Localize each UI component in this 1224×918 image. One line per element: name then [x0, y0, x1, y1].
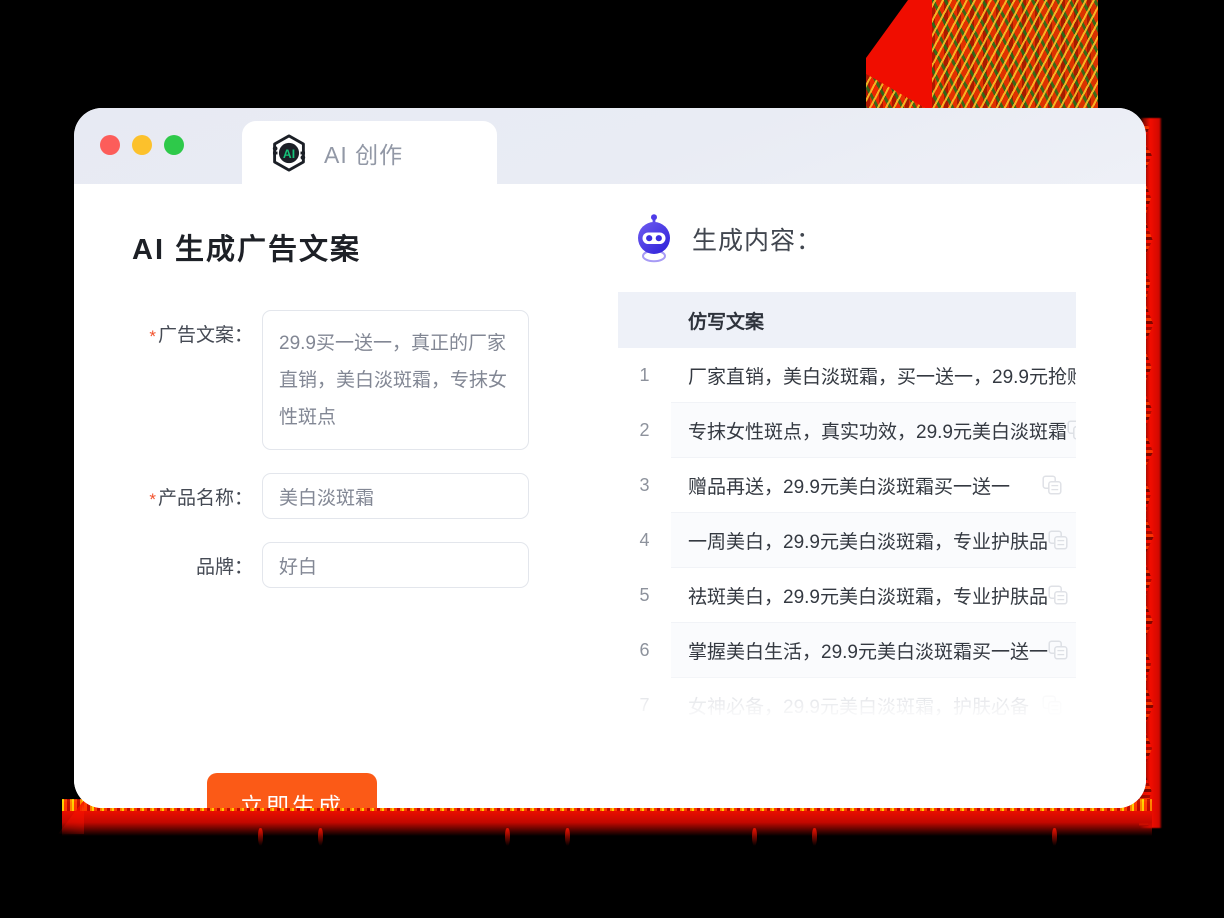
copy-icon[interactable] — [1048, 530, 1068, 550]
app-window: AI AI 创作 AI 生成广告文案 * 广告文案： 29.9买一送一，真正的厂家… — [74, 108, 1146, 808]
field-label-text: 广告文案： — [157, 325, 253, 346]
results-table[interactable]: 仿写文案 1 厂家直销，美白淡斑霜，买一送一，29.9元抢购 2 专抹女性斑点，… — [618, 292, 1076, 722]
row-text: 专抹女性斑点，真实功效，29.9元美白淡斑霜 — [688, 421, 1067, 443]
title-bar: AI AI 创作 — [74, 108, 1146, 184]
table-row[interactable]: 1 厂家直销，美白淡斑霜，买一送一，29.9元抢购 — [618, 348, 1076, 403]
field-label-text: 产品名称： — [157, 488, 253, 509]
maximize-button[interactable] — [164, 135, 184, 155]
window-body: AI 生成广告文案 * 广告文案： 29.9买一送一，真正的厂家直销，美白淡斑霜，… — [74, 184, 1146, 808]
deco-drip — [505, 828, 510, 846]
results-table-header: 仿写文案 — [618, 292, 1076, 348]
row-text: 女神必备，29.9元美白淡斑霜，护肤必备 — [688, 696, 1029, 718]
field-product-name: * 产品名称： 美白淡斑霜 — [132, 473, 594, 519]
deco-drip — [812, 828, 817, 846]
brand-input[interactable]: 好白 — [262, 542, 529, 588]
row-index: 7 — [639, 695, 650, 715]
row-cell: 祛斑美白，29.9元美白淡斑霜，专业护肤品 — [671, 568, 1076, 623]
row-text: 厂家直销，美白淡斑霜，买一送一，29.9元抢购 — [688, 366, 1076, 388]
results-header: 生成内容： — [594, 214, 1146, 264]
row-text: 一周美白，29.9元美白淡斑霜，专业护肤品 — [688, 531, 1048, 553]
table-row[interactable]: 5 祛斑美白，29.9元美白淡斑霜，专业护肤品 — [618, 568, 1076, 623]
table-row[interactable]: 6 掌握美白生活，29.9元美白淡斑霜买一送一 — [618, 623, 1076, 678]
field-label-ad-copy: * 广告文案： — [132, 310, 262, 347]
field-label-product-name: * 产品名称： — [132, 473, 262, 510]
ai-hexagon-icon: AI — [272, 133, 306, 172]
deco-drip — [565, 828, 570, 846]
row-cell: 赠品再送，29.9元美白淡斑霜买一送一 — [671, 458, 1076, 513]
deco-drip — [258, 828, 263, 846]
row-cell: 厂家直销，美白淡斑霜，买一送一，29.9元抢购 — [671, 348, 1076, 403]
results-panel: 生成内容： 仿写文案 1 厂家直销，美白淡斑霜，买一送一，29.9元抢购 2 专… — [594, 184, 1146, 808]
deco-drip — [318, 828, 323, 846]
table-row[interactable]: 4 一周美白，29.9元美白淡斑霜，专业护肤品 — [618, 513, 1076, 568]
deco-drip — [752, 828, 757, 846]
copy-icon[interactable] — [1042, 475, 1062, 495]
deco-red-arrow — [866, 0, 932, 112]
copy-icon[interactable] — [1042, 695, 1062, 715]
generate-button[interactable]: 立即生成 — [207, 773, 377, 808]
row-cell: 一周美白，29.9元美白淡斑霜，专业护肤品 — [671, 513, 1076, 568]
row-index: 4 — [639, 530, 650, 550]
row-index: 2 — [639, 420, 650, 440]
minimize-button[interactable] — [132, 135, 152, 155]
row-cell: 专抹女性斑点，真实功效，29.9元美白淡斑霜 — [671, 403, 1076, 458]
header-copy-col: 仿写文案 — [688, 311, 765, 333]
copy-icon[interactable] — [1048, 585, 1068, 605]
field-ad-copy: * 广告文案： 29.9买一送一，真正的厂家直销，美白淡斑霜，专抹女性斑点 — [132, 310, 594, 450]
deco-drip — [1052, 828, 1057, 846]
deco-textured-block — [866, 0, 1098, 112]
page-title: AI 生成广告文案 — [132, 234, 362, 266]
field-brand: 品牌： 好白 — [132, 542, 594, 588]
screenshot-root: AI AI 创作 AI 生成广告文案 * 广告文案： 29.9买一送一，真正的厂家… — [0, 0, 1224, 918]
row-text: 赠品再送，29.9元美白淡斑霜买一送一 — [688, 476, 1010, 498]
close-button[interactable] — [100, 135, 120, 155]
copy-icon[interactable] — [1048, 640, 1068, 660]
copy-icon[interactable] — [1067, 420, 1076, 440]
row-text: 掌握美白生活，29.9元美白淡斑霜买一送一 — [688, 641, 1048, 663]
row-index: 5 — [639, 585, 650, 605]
table-row[interactable]: 3 赠品再送，29.9元美白淡斑霜买一送一 — [618, 458, 1076, 513]
tab-ai-creation[interactable]: AI AI 创作 — [242, 121, 497, 184]
row-cell: 女神必备，29.9元美白淡斑霜，护肤必备 — [671, 678, 1076, 722]
field-label-brand: 品牌： — [195, 557, 253, 578]
tab-label: AI 创作 — [324, 141, 404, 168]
product-name-input[interactable]: 美白淡斑霜 — [262, 473, 529, 519]
svg-text:AI: AI — [283, 146, 295, 160]
row-text: 祛斑美白，29.9元美白淡斑霜，专业护肤品 — [688, 586, 1048, 608]
row-cell: 掌握美白生活，29.9元美白淡斑霜买一送一 — [671, 623, 1076, 678]
deco-notch — [866, 0, 908, 58]
row-index: 6 — [639, 640, 650, 660]
form-panel: AI 生成广告文案 * 广告文案： 29.9买一送一，真正的厂家直销，美白淡斑霜，… — [74, 184, 594, 808]
table-row[interactable]: 7 女神必备，29.9元美白淡斑霜，护肤必备 — [618, 678, 1076, 722]
traffic-lights — [100, 135, 184, 155]
ad-copy-textarea[interactable]: 29.9买一送一，真正的厂家直销，美白淡斑霜，专抹女性斑点 — [262, 310, 529, 450]
row-index: 1 — [639, 365, 650, 385]
table-row[interactable]: 2 专抹女性斑点，真实功效，29.9元美白淡斑霜 — [618, 403, 1076, 458]
required-asterisk: * — [149, 327, 156, 346]
results-title: 生成内容： — [692, 227, 823, 255]
robot-head-icon — [638, 214, 670, 263]
required-asterisk: * — [149, 490, 156, 509]
row-index: 3 — [639, 475, 650, 495]
